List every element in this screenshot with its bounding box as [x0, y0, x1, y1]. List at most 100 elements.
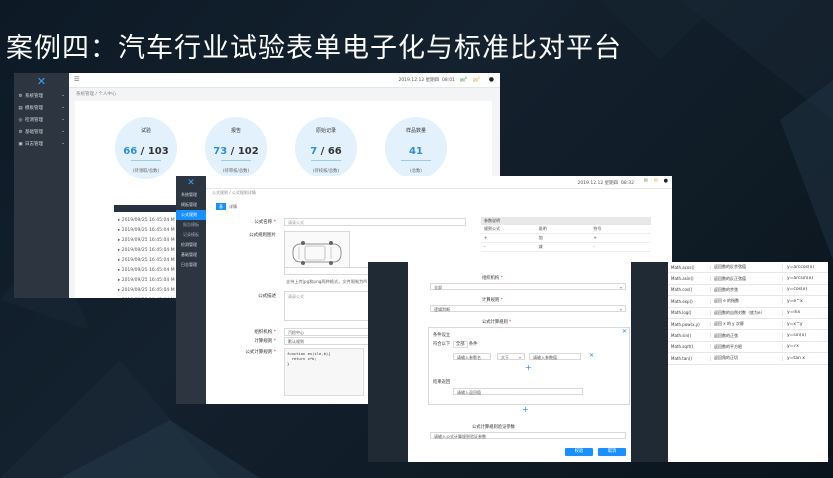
table-cell: -: [593, 244, 595, 249]
formula-name-input[interactable]: 请录公式: [284, 218, 466, 226]
result-input[interactable]: 请输入返回值: [453, 388, 583, 395]
rule-editor-screenshot: 组织机构 * 全部 ▾ 计算规则 * 逻辑判断 ▾ 公式计算规则 * ✕ 条件设立 …: [368, 262, 671, 462]
message-icon[interactable]: ✉: [644, 178, 648, 184]
org-label: 组织机构 *: [254, 330, 276, 335]
sidebar-item[interactable]: ⚙ 系统管理 ⌄: [14, 90, 69, 102]
stat-title: 原始记录: [315, 128, 336, 134]
sidebar-item[interactable]: 日志管理: [176, 260, 206, 270]
function-desc: 返回 e 的指数: [711, 298, 783, 305]
log-entry: ▸ 2019/09/25 16:45:04 M: [118, 296, 175, 298]
sidebar-item[interactable]: 公式规则: [176, 210, 206, 220]
add-condition-icon[interactable]: +: [525, 363, 532, 372]
remove-condition-icon[interactable]: ✕: [589, 352, 594, 359]
function-expr: y=x^y: [787, 321, 803, 327]
org-select[interactable]: 全部 ▾: [430, 283, 626, 290]
add-rule-icon[interactable]: +: [522, 405, 529, 414]
function-expr: y=lnx: [787, 310, 801, 316]
sidebar-item-label: 检测管理: [25, 118, 43, 123]
verify-label: 公式计算规则验证参数: [472, 425, 515, 430]
user-avatar-icon[interactable]: ●: [664, 178, 668, 184]
function-expr: y=√x: [787, 344, 799, 350]
match-select[interactable]: 全部: [452, 341, 468, 348]
rule-select[interactable]: 逻辑判断 ▾: [430, 305, 626, 312]
sidebar-item[interactable]: 记录模板: [176, 230, 206, 240]
log-text: 2019/09/25 16:45:04 M: [121, 278, 175, 283]
table-row: Math.exp() 返回 e 的指数 y=e^x: [668, 296, 828, 308]
sidebar-item[interactable]: ▣ 日志管理 ⌄: [14, 138, 69, 150]
table-row: Math.log() 返回数的自然对数（底为e） y=lnx: [668, 308, 828, 319]
sidebar: ✕ ⚙ 系统管理 ⌄ ▤ 模板管理 ⌄ ◎ 检测管理 ⌄ ⚙ 基础管理 ⌄ ▣ 日志管理 ⌄: [14, 73, 69, 298]
chevron-down-icon: ⌄: [61, 93, 65, 98]
stat-card: 试验 66 / 103 (待领取/总数): [115, 117, 177, 179]
inspect-icon: ◎: [18, 118, 23, 123]
stat-divider: [401, 160, 431, 161]
upload-tip: 支持上传jpg和png两种格式，文件限制为M: [286, 279, 367, 284]
sidebar: ✕ 系统管理 模板管理 公式规则 报告模板 记录模板 检测管理 基础管理 日志管理: [176, 176, 206, 404]
formula-name-label: 公式名称 *: [254, 220, 276, 225]
result-title: 结果返回: [433, 380, 451, 385]
menu-toggle-icon[interactable]: ☰: [74, 76, 79, 83]
sidebar-item[interactable]: 检测管理: [176, 240, 206, 250]
stat-title: 报告: [230, 128, 241, 134]
rule-label: 计算规则 *: [254, 339, 276, 344]
function-table-screenshot: Math.acos() 返回数的反余弦值 y=arccos(x) Math.asin(…: [668, 262, 828, 462]
chevron-down-icon: ⌄: [61, 117, 65, 122]
notification-icon[interactable]: ✉: [654, 178, 658, 184]
verify-button[interactable]: 校验: [565, 448, 593, 456]
chevron-down-icon: ⌄: [61, 129, 65, 134]
function-desc: 返回数的反余弦值: [711, 264, 783, 271]
log-entry: ▸ 2019/09/25 16:45:04 M: [118, 258, 175, 263]
verify-input[interactable]: 请输入公式计算规则验证参数: [430, 432, 626, 439]
table-cell: -: [484, 244, 486, 249]
datetime: 2019.12.12 星期四 08:32: [577, 181, 634, 186]
sidebar-item[interactable]: 报告模板: [176, 220, 206, 230]
table-cell: 加: [538, 235, 543, 240]
sidebar-item[interactable]: 模板管理: [176, 200, 206, 210]
sidebar-item[interactable]: ◎ 检测管理 ⌄: [14, 114, 69, 126]
user-avatar-icon[interactable]: ●: [489, 76, 494, 83]
sidebar-item-label: 模板管理: [25, 106, 43, 111]
sidebar-item[interactable]: 基础管理: [176, 250, 206, 260]
top-bar: ☰ 2019.12.12 星期四 08:01 ✉0 ✉2 ●: [69, 73, 500, 88]
close-icon[interactable]: ✕: [622, 328, 627, 335]
chevron-down-icon: ⌄: [61, 141, 65, 146]
logo-icon: ✕: [36, 75, 47, 88]
stat-value: 7 / 66: [310, 146, 342, 157]
stat-card: 样品数量 41 (总数): [385, 117, 447, 179]
code-editor[interactable]: function ex(ile,b){ return x*b;}: [284, 348, 364, 396]
log-entry: ▸ 2019/09/25 16:45:04 M: [118, 278, 175, 283]
stat-caption: (待领取/总数): [132, 169, 160, 174]
sidebar-item[interactable]: 系统管理: [176, 190, 206, 200]
reference-table: 参数说明 规则公式 说明 符号 + 加 + - 减 -: [481, 217, 651, 252]
tab-detail[interactable]: 详情: [226, 203, 240, 210]
sidebar-item[interactable]: ⚙ 基础管理 ⌄: [14, 126, 69, 138]
message-icon[interactable]: ✉0: [460, 76, 467, 84]
rule-label: 计算规则 *: [482, 298, 503, 303]
log-text: 2019/09/25 16:45:04 M: [121, 258, 175, 263]
operator-select[interactable]: 大于 ▾: [497, 353, 525, 360]
stat-count: 66: [123, 146, 138, 157]
stat-caption: (待校核/总数): [312, 169, 340, 174]
reference-table-header: 规则公式 说明 符号: [481, 225, 651, 234]
slide-title: 案例四：汽车行业试验表单电子化与标准比对平台: [6, 33, 622, 64]
log-icon: ▣: [18, 142, 23, 147]
log-text: 2019/09/25 16:45:04 M: [121, 288, 175, 293]
log-list: ▸ 2019/09/25 16:45:04 M ▸ 2019/09/25 16:4…: [118, 216, 175, 298]
tab-basic[interactable]: 基: [216, 203, 226, 210]
notification-icon[interactable]: ✉2: [473, 76, 480, 84]
function-name: Math.log(): [668, 310, 711, 316]
stat-count: 41: [409, 146, 423, 157]
param-value-input[interactable]: 请输入参数值: [529, 353, 581, 360]
stat-count: 7: [310, 146, 318, 157]
sidebar-item-label: 系统管理: [25, 94, 43, 99]
top-bar: 2019.12.12 星期四 08:32 ✉ ✉ ●: [206, 176, 672, 189]
param-name-input[interactable]: 请输入参数名: [453, 353, 491, 360]
sidebar-item[interactable]: ▤ 模板管理 ⌄: [14, 102, 69, 114]
cancel-button[interactable]: 取消: [598, 448, 626, 456]
stat-value: 73 / 102: [213, 146, 259, 157]
stat-card: 报告 73 / 102 (待审核/总数): [205, 117, 267, 179]
log-entry: ▸ 2019/09/25 16:45:04 M: [118, 228, 175, 233]
table-row: + 加 +: [481, 234, 651, 243]
function-name: Math.tan(): [668, 355, 711, 361]
function-desc: 返回数的自然对数（底为e）: [711, 309, 783, 316]
